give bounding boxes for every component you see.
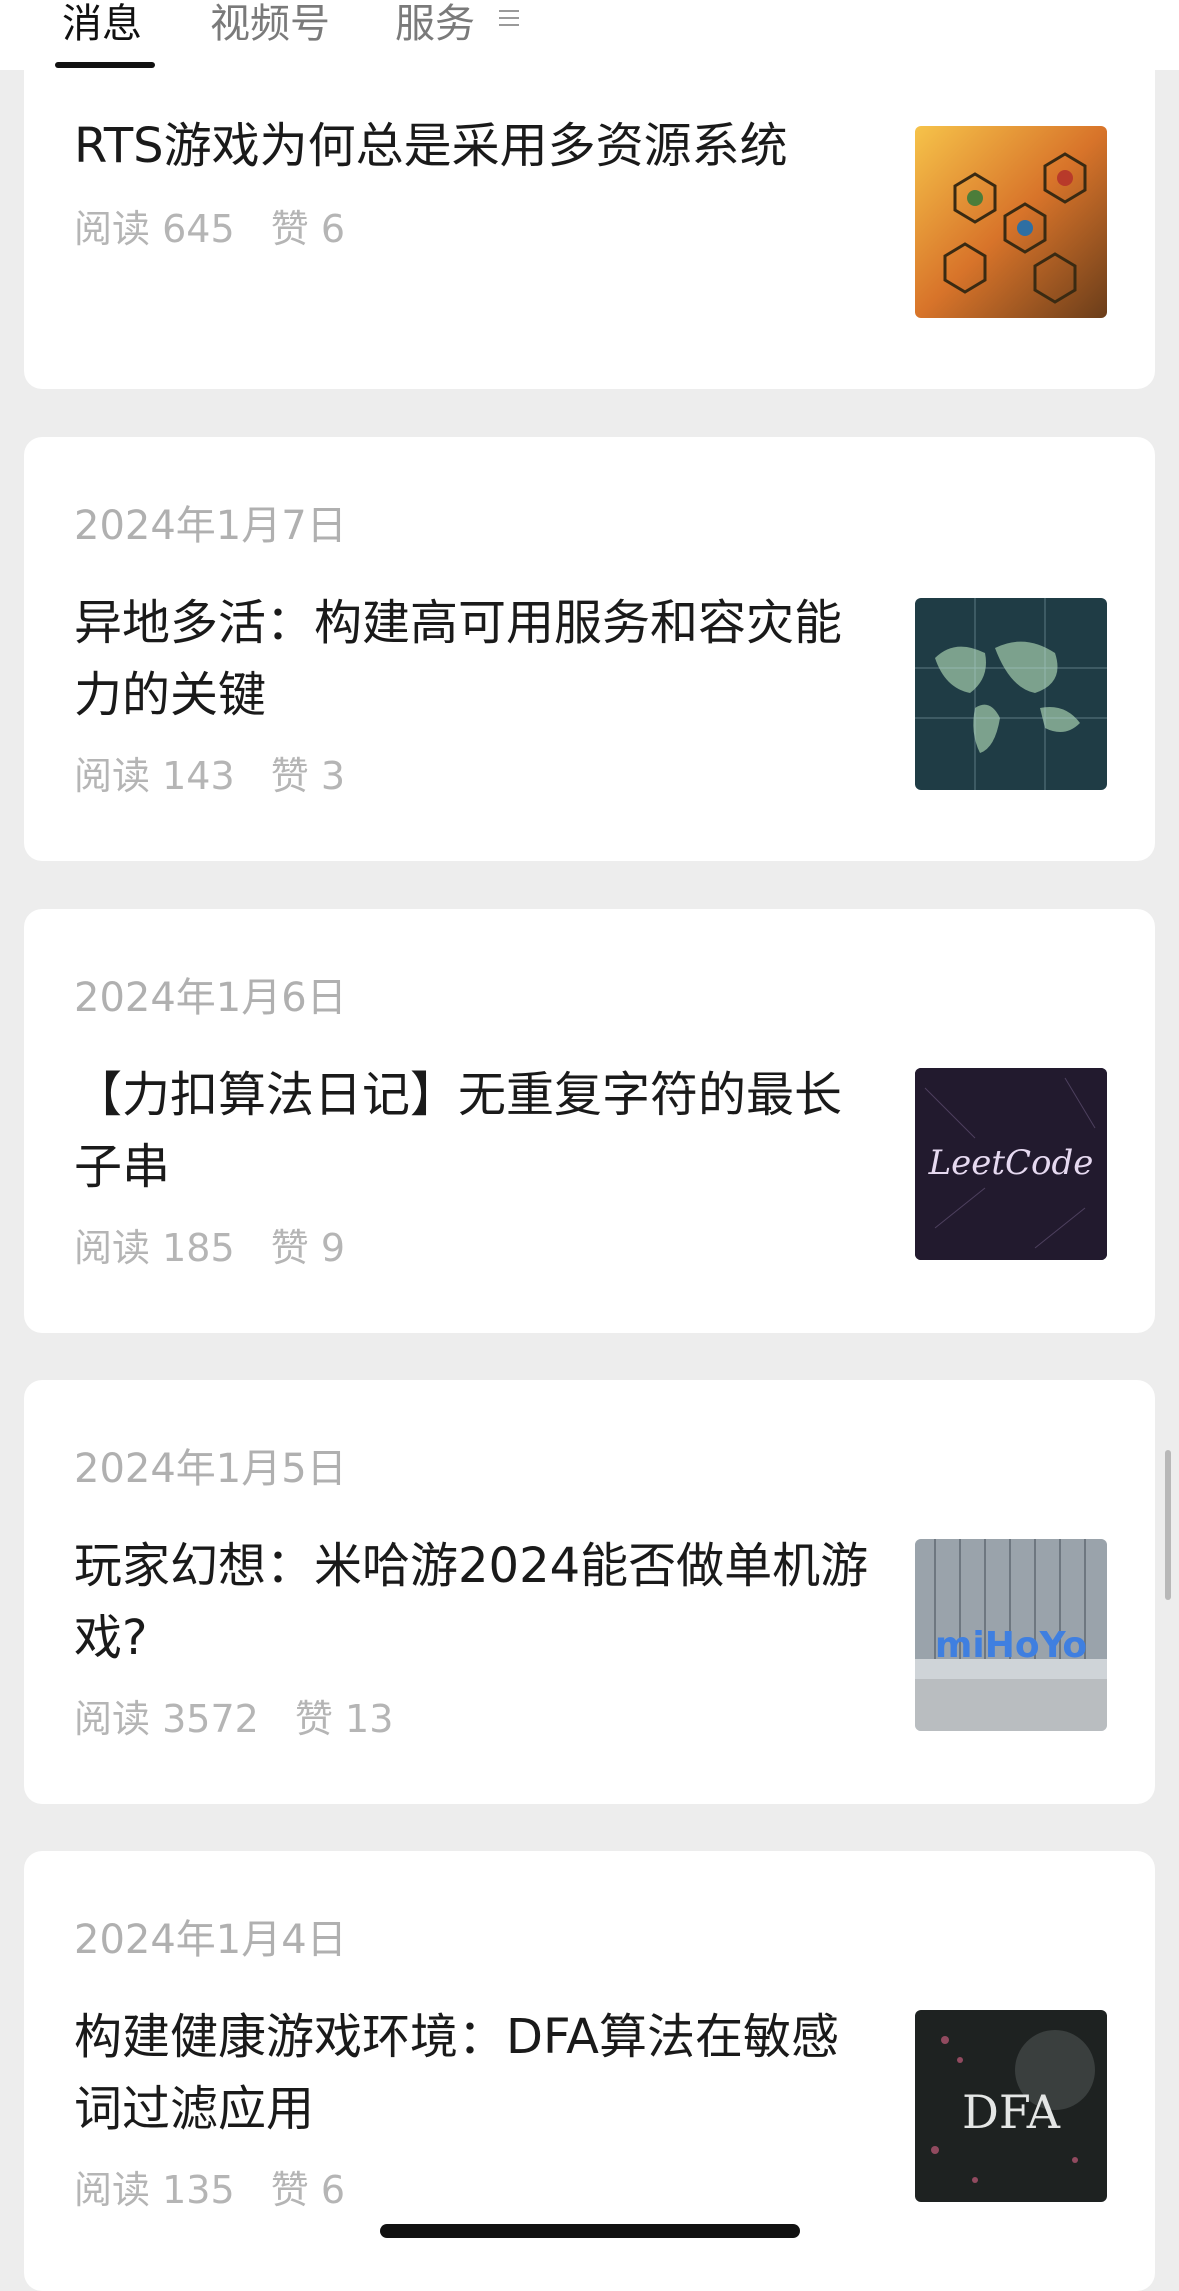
article-stats: 阅读 143 赞 3	[74, 754, 346, 798]
read-count: 645	[162, 207, 235, 251]
scroll-indicator[interactable]	[1165, 1450, 1171, 1600]
article-card[interactable]: 2024年1月6日 【力扣算法日记】无重复字符的最长子串 阅读 185 赞 9 …	[24, 909, 1155, 1333]
article-card[interactable]: 2024年1月7日 异地多活：构建高可用服务和容灾能力的关键 阅读 143 赞 …	[24, 437, 1155, 861]
active-tab-underline	[55, 62, 155, 68]
article-title[interactable]: 【力扣算法日记】无重复字符的最长子串	[74, 1059, 874, 1203]
dfa-image-text: DFA	[962, 2085, 1061, 2139]
article-date: 2024年1月5日	[74, 1446, 347, 1492]
mihoyo-building-image[interactable]: miHoYo	[915, 1539, 1107, 1731]
dfa-image[interactable]: DFA	[915, 2010, 1107, 2202]
mihoyo-image-text: miHoYo	[935, 1625, 1087, 1666]
leetcode-image[interactable]: LeetCode	[915, 1068, 1107, 1260]
tab-channels[interactable]: 视频号	[210, 0, 330, 48]
menu-icon[interactable]	[499, 10, 519, 30]
world-map-image[interactable]	[915, 598, 1107, 790]
hex-resource-map-image[interactable]	[915, 126, 1107, 318]
like-count: 13	[345, 1697, 394, 1741]
article-stats: 阅读 645 赞 6	[74, 207, 346, 251]
article-card[interactable]: 2024年1月5日 玩家幻想：米哈游2024能否做单机游戏? 阅读 3572 赞…	[24, 1380, 1155, 1804]
read-count: 185	[162, 1226, 235, 1270]
like-count: 6	[320, 2168, 346, 2212]
read-count: 3572	[162, 1697, 259, 1741]
article-stats: 阅读 135 赞 6	[74, 2168, 346, 2212]
like-count: 6	[320, 207, 346, 251]
article-title[interactable]: RTS游戏为何总是采用多资源系统	[74, 110, 874, 182]
article-title[interactable]: 异地多活：构建高可用服务和容灾能力的关键	[74, 587, 874, 731]
article-stats: 阅读 3572 赞 13	[74, 1697, 394, 1741]
home-indicator[interactable]	[380, 2224, 800, 2238]
article-title[interactable]: 玩家幻想：米哈游2024能否做单机游戏?	[74, 1530, 874, 1674]
leetcode-image-text: LeetCode	[928, 1143, 1094, 1183]
like-count: 9	[320, 1226, 346, 1270]
like-count: 3	[320, 754, 346, 798]
article-date: 2024年1月4日	[74, 1917, 347, 1963]
tab-services[interactable]: 服务	[395, 0, 475, 48]
article-stats: 阅读 185 赞 9	[74, 1226, 346, 1270]
article-date: 2024年1月6日	[74, 975, 347, 1021]
read-count: 135	[162, 2168, 235, 2212]
read-count: 143	[162, 754, 235, 798]
top-tab-bar: 消息 视频号 服务	[0, 0, 1179, 70]
article-title[interactable]: 构建健康游戏环境：DFA算法在敏感词过滤应用	[74, 2001, 874, 2145]
tab-messages[interactable]: 消息	[62, 0, 142, 48]
article-date: 2024年1月7日	[74, 503, 347, 549]
